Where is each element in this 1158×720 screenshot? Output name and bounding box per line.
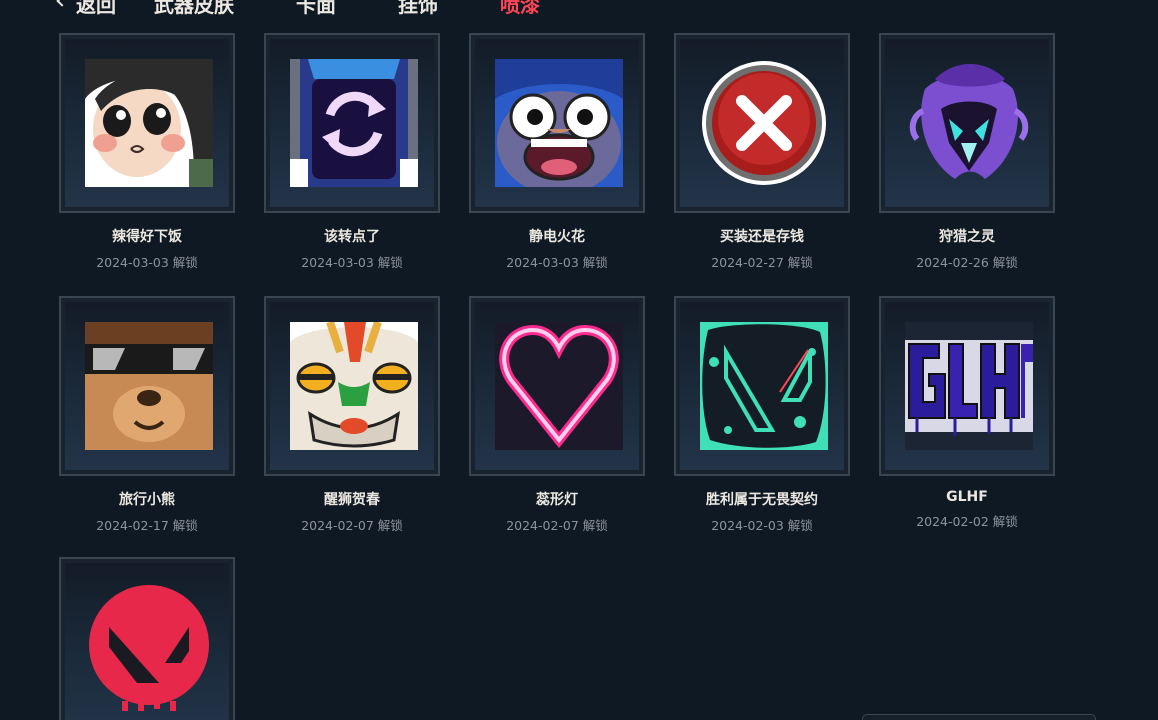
spray-name: 蕊形灯 xyxy=(536,492,578,508)
unlock-date: 2024-02-07 解锁 xyxy=(301,518,403,533)
unlock-date: 2024-03-03 解锁 xyxy=(96,255,198,270)
spray-card[interactable]: GLHF 2024-02-02 解锁 xyxy=(879,296,1059,530)
spray-frame xyxy=(264,296,440,476)
neon-heart-icon xyxy=(495,322,623,450)
sprays-collection-page: 返回 武器皮肤 卡面 挂饰 喷漆 辣得好下饭 2024-03-03 解锁 该转点… xyxy=(0,0,1158,720)
spray-card[interactable] xyxy=(59,557,239,720)
unlock-date: 2024-02-03 解锁 xyxy=(711,518,813,533)
spray-name: 胜利属于无畏契约 xyxy=(706,492,818,508)
spray-card[interactable]: 胜利属于无畏契约 2024-02-03 解锁 xyxy=(674,296,854,534)
spray-card[interactable]: 旅行小熊 2024-02-17 解锁 xyxy=(59,296,239,534)
spray-name: 该转点了 xyxy=(324,229,380,245)
scrollbar[interactable] xyxy=(862,714,1096,720)
spray-name: 醒狮贺春 xyxy=(324,492,380,508)
spray-frame xyxy=(469,296,645,476)
unlock-date: 2024-02-07 解锁 xyxy=(506,518,608,533)
back-label: 返回 xyxy=(76,0,116,17)
spray-frame xyxy=(59,296,235,476)
chevron-left-icon xyxy=(56,0,68,7)
top-navigation: 返回 武器皮肤 卡面 挂饰 喷漆 xyxy=(56,0,602,18)
spray-name: 旅行小熊 xyxy=(119,492,175,508)
hunter-spirit-icon xyxy=(905,59,1033,187)
valorant-logo-icon xyxy=(85,583,213,711)
shocked-face-icon xyxy=(495,59,623,187)
spray-name: 狩猎之灵 xyxy=(939,229,995,245)
tab-player-cards[interactable]: 卡面 xyxy=(296,0,336,18)
spray-name: GLHF xyxy=(946,489,988,505)
glhf-graffiti-icon xyxy=(905,322,1033,450)
spray-frame xyxy=(59,33,235,213)
unlock-date: 2024-02-17 解锁 xyxy=(96,518,198,533)
unlock-date: 2024-03-03 解锁 xyxy=(301,255,403,270)
valorant-splatter-icon xyxy=(700,322,828,450)
tab-weapon-skins[interactable]: 武器皮肤 xyxy=(154,0,234,18)
spray-frame xyxy=(879,33,1055,213)
spray-card[interactable]: 辣得好下饭 2024-03-03 解锁 xyxy=(59,33,239,271)
spray-frame xyxy=(469,33,645,213)
spicy-girl-icon xyxy=(85,59,213,187)
spray-card[interactable]: 该转点了 2024-03-03 解锁 xyxy=(264,33,444,271)
spray-name: 辣得好下饭 xyxy=(112,229,182,245)
unlock-date: 2024-02-27 解锁 xyxy=(711,255,813,270)
spray-frame xyxy=(59,557,235,720)
spray-card[interactable]: 醒狮贺春 2024-02-07 解锁 xyxy=(264,296,444,534)
spray-frame xyxy=(264,33,440,213)
unlock-date: 2024-03-03 解锁 xyxy=(506,255,608,270)
spray-card[interactable]: 狩猎之灵 2024-02-26 解锁 xyxy=(879,33,1059,271)
spray-name: 买装还是存钱 xyxy=(720,229,804,245)
back-button[interactable]: 返回 xyxy=(56,0,116,18)
spray-card[interactable]: 蕊形灯 2024-02-07 解锁 xyxy=(469,296,649,534)
spray-card[interactable]: 静电火花 2024-03-03 解锁 xyxy=(469,33,649,271)
spray-frame xyxy=(674,296,850,476)
red-x-icon xyxy=(700,59,828,187)
spray-frame xyxy=(674,33,850,213)
spray-name: 静电火花 xyxy=(529,229,585,245)
spray-frame xyxy=(879,296,1055,476)
rotate-icon xyxy=(290,59,418,187)
tab-sprays[interactable]: 喷漆 xyxy=(500,0,540,18)
tab-buddies[interactable]: 挂饰 xyxy=(398,0,438,18)
spray-card[interactable]: 买装还是存钱 2024-02-27 解锁 xyxy=(674,33,854,271)
unlock-date: 2024-02-02 解锁 xyxy=(916,514,1018,529)
lion-dance-icon xyxy=(290,322,418,450)
bear-sunglasses-icon xyxy=(85,322,213,450)
unlock-date: 2024-02-26 解锁 xyxy=(916,255,1018,270)
